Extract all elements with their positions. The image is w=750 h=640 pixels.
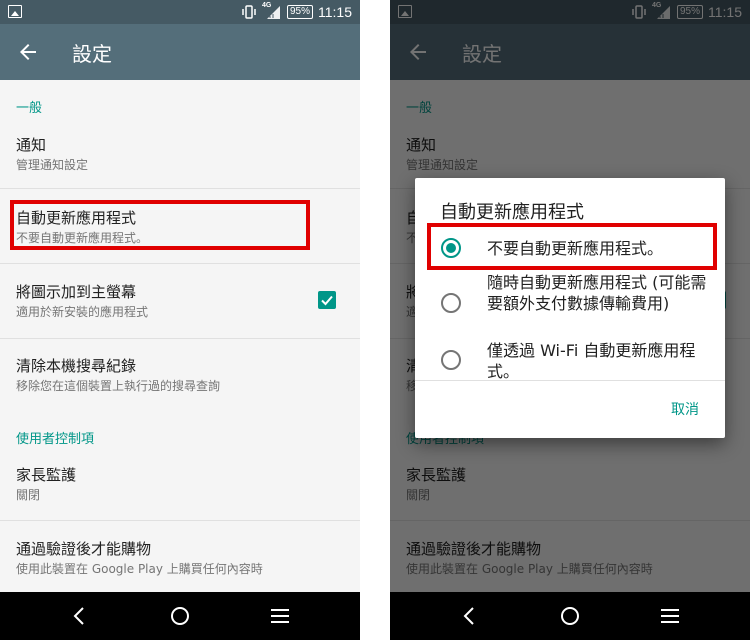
nav-menu-icon[interactable] bbox=[268, 604, 292, 628]
nav-back-icon[interactable] bbox=[458, 604, 482, 628]
option-auto-update-wifi[interactable]: 僅透過 Wi-Fi 自動更新應用程式。 bbox=[415, 340, 725, 381]
cancel-button[interactable]: 取消 bbox=[655, 398, 715, 422]
setting-clear-history[interactable]: 清除本機搜尋紀錄 移除您在這個裝置上執行過的搜尋查詢 bbox=[0, 339, 360, 411]
section-header-general: 一般 bbox=[16, 101, 43, 116]
setting-title: 清除本機搜尋紀錄 bbox=[16, 357, 137, 375]
setting-parental-controls[interactable]: 家長監護 關閉 bbox=[0, 450, 360, 520]
nav-menu-icon[interactable] bbox=[658, 604, 682, 628]
app-bar: 設定 bbox=[0, 24, 360, 80]
section-header-user-controls: 使用者控制項 bbox=[16, 432, 95, 447]
setting-subtitle: 適用於新安裝的應用程式 bbox=[16, 305, 149, 319]
battery-icon: 95% bbox=[286, 5, 313, 19]
back-arrow-icon[interactable] bbox=[16, 40, 40, 64]
setting-subtitle: 管理通知設定 bbox=[16, 158, 89, 172]
status-bar: 4G 95% 11:15 bbox=[0, 0, 360, 24]
setting-title: 通知 bbox=[16, 136, 47, 154]
setting-subtitle: 移除您在這個裝置上執行過的搜尋查詢 bbox=[16, 379, 221, 393]
setting-title: 家長監護 bbox=[16, 466, 77, 484]
vibrate-icon bbox=[242, 5, 256, 19]
option-label: 僅透過 Wi-Fi 自動更新應用程式。 bbox=[487, 341, 696, 381]
nav-home-icon[interactable] bbox=[558, 604, 582, 628]
option-label: 隨時自動更新應用程式 (可能需要額外支付數據傳輸費用) bbox=[487, 273, 707, 313]
setting-title: 將圖示加到主螢幕 bbox=[16, 283, 137, 301]
setting-subtitle: 使用此裝置在 Google Play 上購買任何內容時 bbox=[16, 562, 263, 576]
setting-require-auth[interactable]: 通過驗證後才能購物 使用此裝置在 Google Play 上購買任何內容時 bbox=[0, 521, 360, 592]
highlight-box bbox=[427, 223, 717, 270]
settings-screen: 4G 95% 11:15 設定 一般 通知 管理通知設定 自動更新應用程式 不要… bbox=[0, 0, 360, 640]
setting-add-icon[interactable]: 將圖示加到主螢幕 適用於新安裝的應用程式 bbox=[0, 264, 360, 338]
nav-back-icon[interactable] bbox=[68, 604, 92, 628]
navigation-bar bbox=[390, 592, 750, 640]
settings-dialog-screen: 4G 95% 11:15 設定 一般 通知 管理通知設定 自動更新應用程式 不要… bbox=[390, 0, 750, 640]
clock: 11:15 bbox=[318, 4, 352, 20]
setting-notifications[interactable]: 通知 管理通知設定 bbox=[0, 120, 360, 188]
image-icon bbox=[8, 5, 22, 18]
radio-unselected-icon[interactable] bbox=[441, 350, 461, 370]
signal-icon: 4G bbox=[262, 2, 282, 20]
radio-unselected-icon[interactable] bbox=[441, 293, 461, 313]
dialog-title: 自動更新應用程式 bbox=[440, 202, 584, 223]
settings-list: 一般 通知 管理通知設定 自動更新應用程式 不要自動更新應用程式。 將圖示加到主… bbox=[0, 80, 360, 592]
option-auto-update-anytime[interactable]: 隨時自動更新應用程式 (可能需要額外支付數據傳輸費用) bbox=[415, 272, 725, 338]
setting-title: 通過驗證後才能購物 bbox=[16, 540, 152, 558]
highlight-box bbox=[10, 200, 310, 250]
auto-update-dialog: 自動更新應用程式 不要自動更新應用程式。 隨時自動更新應用程式 (可能需要額外支… bbox=[415, 178, 725, 438]
checkbox-checked-icon[interactable] bbox=[318, 291, 336, 309]
nav-home-icon[interactable] bbox=[168, 604, 192, 628]
navigation-bar bbox=[0, 592, 360, 640]
dialog-divider bbox=[415, 380, 725, 381]
page-title: 設定 bbox=[72, 42, 112, 66]
setting-subtitle: 關閉 bbox=[16, 488, 41, 502]
